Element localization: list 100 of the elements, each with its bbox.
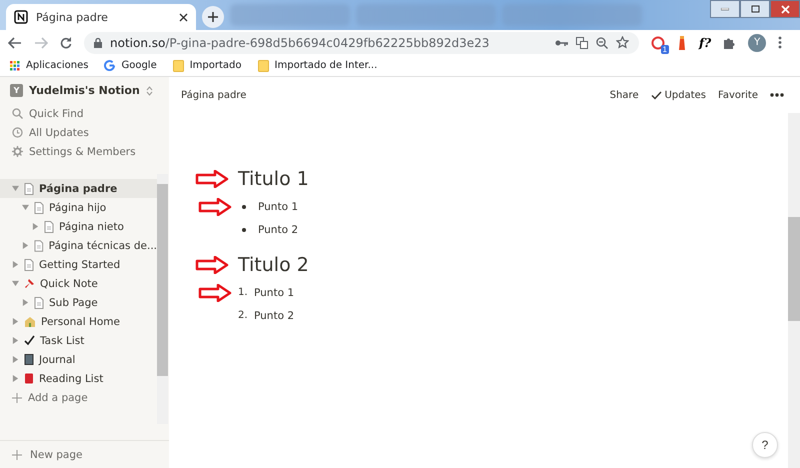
page-icon <box>34 202 44 214</box>
sidebar-page-item[interactable]: Personal Home <box>0 312 157 331</box>
tab-title: Página padre <box>36 10 109 24</box>
sidebar-page-item[interactable]: Página padre <box>0 179 157 198</box>
apps-grid-icon <box>10 60 20 70</box>
list-number: 2. <box>238 310 249 321</box>
pushpin-icon <box>24 278 35 289</box>
check-icon <box>24 335 35 346</box>
sidebar-page-item[interactable]: Página hijo <box>0 198 157 217</box>
page-icon <box>34 296 44 308</box>
list-item: Punto 1 <box>258 200 298 212</box>
caret-right-icon[interactable] <box>12 356 19 363</box>
caret-right-icon[interactable] <box>12 375 19 382</box>
bookmark-link[interactable]: Importado <box>172 60 242 72</box>
more-icon <box>770 93 784 97</box>
plus-icon <box>208 12 218 22</box>
plus-icon <box>12 392 22 402</box>
caret-down-icon[interactable] <box>22 204 29 211</box>
bullet-icon <box>242 204 246 208</box>
maximize-button[interactable] <box>740 0 770 18</box>
address-bar[interactable]: notion.so/P-gina-padre-698d5b6694c0429fb62225bb892d3e23 <box>84 32 639 54</box>
clock-icon <box>12 127 23 138</box>
house-icon <box>24 316 36 327</box>
close-icon[interactable] <box>179 12 188 22</box>
chevron-updown-icon <box>146 86 153 96</box>
sidebar-page-item[interactable]: Task List <box>0 331 157 350</box>
heading: Titulo 1 <box>238 168 309 190</box>
scrollbar[interactable] <box>157 174 168 424</box>
translate-icon[interactable] <box>576 36 588 48</box>
workspace-switcher[interactable]: Y Yudelmis's Notion <box>0 77 169 104</box>
arrow-annotation-icon <box>198 284 232 302</box>
extension-button[interactable]: f? <box>699 36 712 50</box>
zoom-out-icon[interactable] <box>596 36 608 48</box>
arrow-annotation-icon <box>198 198 232 216</box>
caret-right-icon[interactable] <box>12 318 19 325</box>
google-g-icon <box>104 60 116 71</box>
heading: Titulo 2 <box>238 254 309 276</box>
notion-logo-icon <box>14 10 28 24</box>
lock-icon <box>94 38 102 48</box>
scrollbar[interactable] <box>788 113 800 468</box>
help-button[interactable]: ? <box>752 432 778 458</box>
sidebar-page-item[interactable]: Sub Page <box>0 293 157 312</box>
check-icon <box>650 90 662 100</box>
bullet-icon <box>242 228 246 232</box>
book-icon <box>24 373 34 384</box>
close-window-button[interactable] <box>770 0 800 18</box>
list-item: Punto 2 <box>258 224 298 236</box>
breadcrumb[interactable]: Página padre <box>181 90 604 100</box>
page-icon <box>24 182 34 194</box>
lighthouse-icon[interactable] <box>677 36 687 50</box>
key-icon[interactable] <box>555 38 568 46</box>
sidebar-nav-item[interactable]: All Updates <box>0 123 169 142</box>
list-item: Punto 2 <box>254 310 294 322</box>
sidebar-nav-item[interactable]: Quick Find <box>0 104 169 123</box>
settings-icon <box>12 146 23 157</box>
sidebar-nav-item[interactable]: Settings & Members <box>0 142 169 161</box>
caret-right-icon[interactable] <box>12 261 19 268</box>
caret-right-icon[interactable] <box>12 337 19 344</box>
star-icon[interactable] <box>616 36 629 49</box>
bookmark-link[interactable]: Google <box>104 60 157 71</box>
page-icon <box>24 258 34 270</box>
updates-button[interactable]: Updates <box>644 90 712 100</box>
arrow-annotation-icon <box>195 170 229 188</box>
url-text: notion.so/P-gina-padre-698d5b6694c0429fb62225bb892d3e23 <box>110 36 490 50</box>
folder-icon <box>172 60 184 72</box>
close-icon <box>780 4 790 14</box>
folder-icon <box>258 60 269 72</box>
topbar-button[interactable]: Favorite <box>712 90 764 100</box>
caret-right-icon[interactable] <box>22 242 29 249</box>
minimize-icon <box>721 8 729 10</box>
sidebar-page-item[interactable]: Quick Note <box>0 274 157 293</box>
forward-icon[interactable] <box>34 36 48 48</box>
new-tab-button[interactable] <box>202 6 224 28</box>
new-page-button[interactable]: New page <box>0 440 169 468</box>
caret-right-icon[interactable] <box>32 223 39 230</box>
bookmark-link[interactable]: Aplicaciones <box>10 60 88 71</box>
plus-icon <box>12 450 22 460</box>
search-icon <box>12 108 23 119</box>
bookmark-link[interactable]: Importado de Inter... <box>258 60 378 72</box>
sidebar-page-item[interactable]: Página técnicas de... <box>0 236 157 255</box>
arrow-annotation-icon <box>195 256 229 274</box>
back-icon[interactable] <box>8 36 22 48</box>
caret-right-icon[interactable] <box>22 299 29 306</box>
sidebar-page-item[interactable]: Journal <box>0 350 157 369</box>
browser-tab[interactable]: Página padre <box>6 4 196 30</box>
caret-down-icon[interactable] <box>12 280 19 287</box>
list-number: 1. <box>238 287 249 298</box>
list-item: Punto 1 <box>254 286 294 298</box>
menu-icon[interactable] <box>778 36 782 49</box>
sidebar-page-item[interactable]: Getting Started <box>0 255 157 274</box>
add-page-button[interactable]: Add a page <box>0 388 169 407</box>
caret-down-icon[interactable] <box>12 185 19 192</box>
sidebar-page-item[interactable]: Reading List <box>0 369 157 388</box>
page-icon <box>34 240 44 252</box>
page-icon <box>44 220 54 232</box>
reload-icon[interactable] <box>60 36 72 48</box>
sidebar-page-item[interactable]: Página nieto <box>0 217 157 236</box>
profile-avatar[interactable]: Y <box>748 34 766 52</box>
puzzle-icon[interactable] <box>723 36 736 49</box>
topbar-button[interactable]: Share <box>604 90 645 100</box>
